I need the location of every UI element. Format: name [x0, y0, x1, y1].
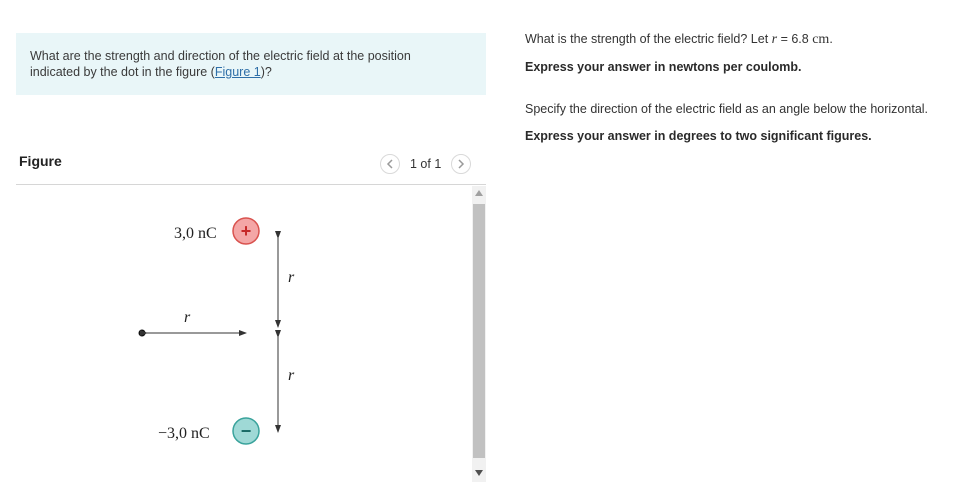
chevron-left-icon: [386, 159, 393, 169]
plus-sign: +: [241, 221, 252, 241]
bottom-charge-label: −3,0 nC: [158, 425, 210, 442]
figure-divider: [16, 184, 486, 185]
top-charge-label: 3,0 nC: [174, 225, 217, 242]
prev-figure-button[interactable]: [380, 154, 400, 174]
charge-diagram: 3,0 nC + r r r −3,0 nC −: [138, 217, 295, 445]
part-a-instruction: Express your answer in newtons per coulo…: [525, 60, 802, 74]
next-figure-button[interactable]: [451, 154, 472, 174]
upper-r-label: r: [288, 269, 295, 286]
figure-scrollbar[interactable]: [472, 186, 486, 482]
part-a-unit: cm: [812, 32, 830, 47]
scroll-up-button[interactable]: [472, 186, 486, 200]
minus-sign: −: [241, 421, 252, 441]
part-b-instruction: Express your answer in degrees to two si…: [525, 129, 872, 143]
scroll-down-button[interactable]: [472, 466, 486, 480]
part-a-equals: = 6.8: [777, 32, 813, 46]
triangle-down-icon: [475, 470, 483, 476]
figure-title: Figure: [19, 153, 62, 169]
horizontal-r-label: r: [184, 309, 191, 326]
part-a-prefix: What is the strength of the electric fie…: [525, 32, 772, 46]
figure-link[interactable]: Figure 1: [215, 65, 261, 79]
part-a-period: .: [829, 32, 833, 46]
scrollbar-thumb[interactable]: [473, 204, 485, 458]
part-a-question: What is the strength of the electric fie…: [525, 32, 833, 48]
field-point-dot: [138, 329, 146, 337]
pager-count: 1 of 1: [410, 157, 442, 171]
problem-text-line1: What are the strength and direction of t…: [30, 49, 411, 63]
problem-text-line2: indicated by the dot in the figure (Figu…: [30, 64, 472, 80]
problem-text-line2-start: indicated by the dot in the figure (: [30, 65, 215, 79]
triangle-up-icon: [475, 190, 483, 196]
problem-statement: What are the strength and direction of t…: [16, 33, 486, 95]
problem-text-line2-end: )?: [260, 65, 272, 79]
part-b-question: Specify the direction of the electric fi…: [525, 102, 929, 116]
figure-pager: 1 of 1: [380, 152, 472, 176]
chevron-right-icon: [458, 159, 465, 169]
lower-r-label: r: [288, 367, 295, 384]
